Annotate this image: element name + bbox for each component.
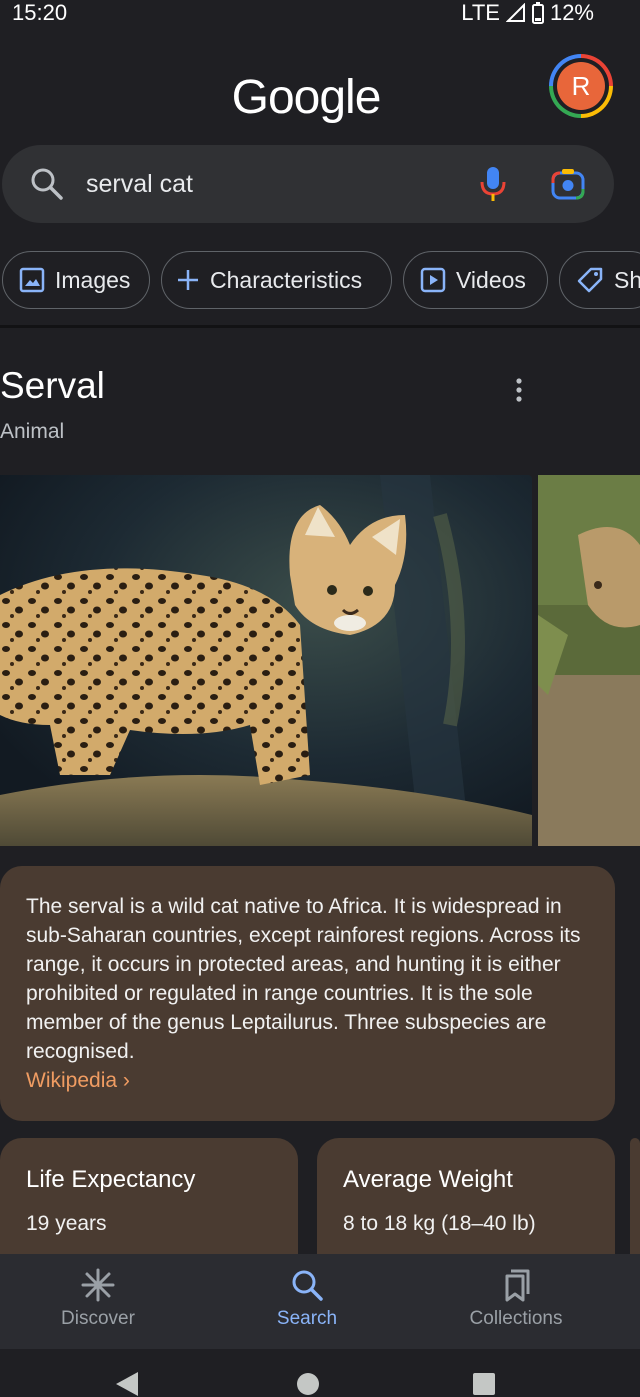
knowledge-panel-title: Serval <box>0 365 105 406</box>
tag-icon <box>577 267 603 293</box>
description-text: The serval is a wild cat native to Afric… <box>26 892 596 1095</box>
chip-shopping[interactable]: Sh <box>559 251 640 309</box>
nav-collections[interactable]: Collections <box>416 1268 616 1330</box>
image-icon <box>19 267 45 293</box>
battery-icon <box>531 2 544 24</box>
lens-camera-icon[interactable] <box>550 167 586 201</box>
status-bar: 15:20 LTE 12% <box>0 0 640 30</box>
google-logo: Google <box>231 71 382 124</box>
system-navigation-bar <box>0 1349 640 1397</box>
battery-percent: 12% <box>549 0 594 25</box>
description-card: The serval is a wild cat native to Afric… <box>0 866 615 1121</box>
nav-label: Search <box>276 1308 338 1329</box>
chip-characteristics[interactable]: Characteristics <box>161 251 392 309</box>
video-icon <box>420 267 446 293</box>
network-label: LTE <box>461 0 500 25</box>
search-icon <box>31 168 63 200</box>
chip-label: Characteristics <box>210 266 363 293</box>
description-body: The serval is a wild cat native to Afric… <box>26 895 581 1063</box>
mic-icon[interactable] <box>478 165 508 203</box>
section-divider <box>0 325 640 328</box>
nav-discover[interactable]: Discover <box>0 1268 198 1330</box>
signal-icon <box>505 3 525 22</box>
chip-label: Images <box>55 266 131 293</box>
status-time: 15:20 <box>12 0 68 25</box>
fact-title: Average Weight <box>343 1166 513 1193</box>
nav-label: Discover <box>61 1308 135 1329</box>
serval-photo-secondary[interactable] <box>538 475 640 846</box>
search-bar[interactable]: serval cat <box>2 145 614 223</box>
account-avatar[interactable]: R <box>549 54 613 118</box>
nav-label: Collections <box>469 1308 563 1329</box>
plus-icon <box>178 270 198 290</box>
chip-videos[interactable]: Videos <box>403 251 548 309</box>
home-icon[interactable] <box>296 1372 320 1396</box>
chip-images[interactable]: Images <box>2 251 150 309</box>
knowledge-panel-subtitle: Animal <box>0 420 65 443</box>
recents-icon[interactable] <box>472 1372 496 1396</box>
filter-chips: Images Characteristics Videos Sh <box>0 251 640 311</box>
fact-value: 8 to 18 kg (18–40 lb) <box>343 1212 536 1235</box>
fact-value: 19 years <box>26 1212 107 1235</box>
nav-search[interactable]: Search <box>207 1268 407 1330</box>
chip-label: Videos <box>456 266 526 293</box>
bottom-navigation: Discover Search Collections <box>0 1254 640 1349</box>
avatar-initial: R <box>557 62 605 110</box>
chip-label: Sh <box>614 266 640 293</box>
serval-photo[interactable] <box>0 475 532 846</box>
search-icon <box>292 1270 323 1301</box>
bookmarks-icon <box>505 1269 530 1302</box>
search-query[interactable]: serval cat <box>86 170 193 199</box>
asterisk-icon <box>81 1268 115 1302</box>
more-options-icon[interactable] <box>512 376 526 406</box>
back-icon[interactable] <box>114 1371 140 1397</box>
wikipedia-link[interactable]: Wikipedia › <box>26 1069 130 1092</box>
fact-title: Life Expectancy <box>26 1166 196 1193</box>
status-icons: LTE 12% <box>461 0 594 26</box>
